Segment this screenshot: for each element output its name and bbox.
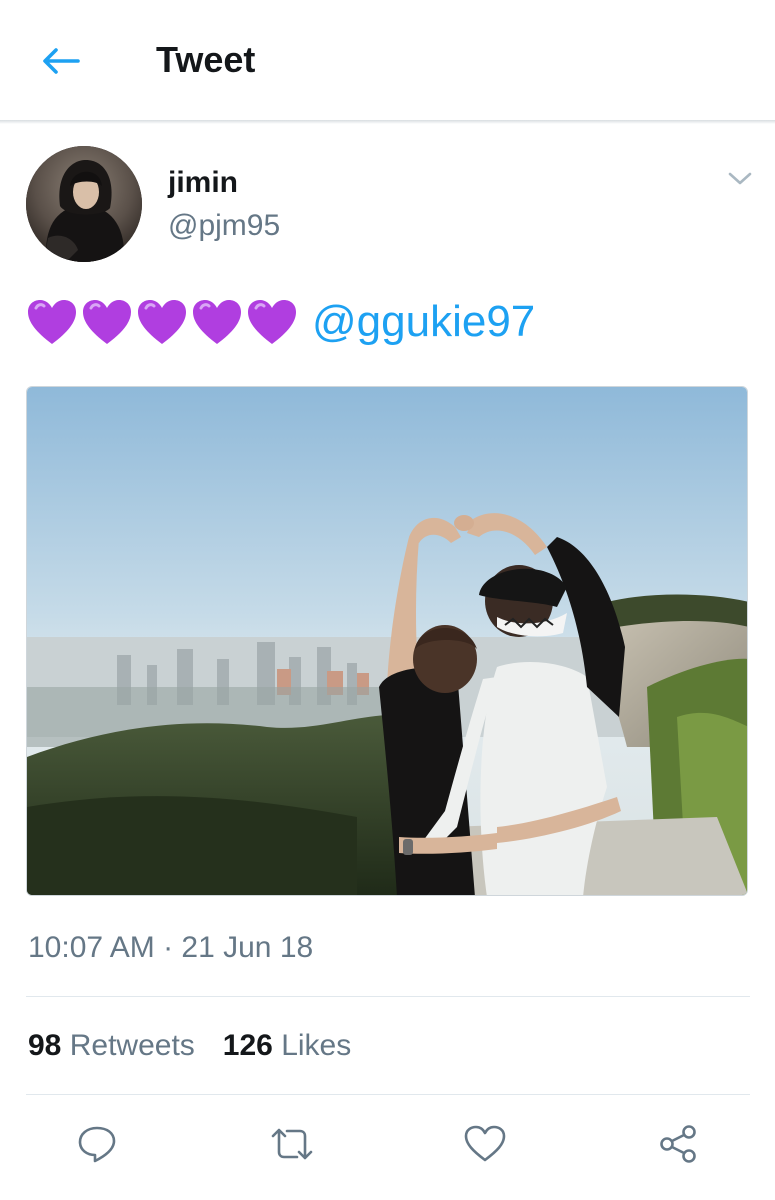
share-icon <box>660 1125 696 1163</box>
photo-illustration <box>27 387 747 895</box>
retweets-label: Retweets <box>69 1029 195 1062</box>
likes-count: 126 <box>222 1029 273 1062</box>
header-divider <box>0 120 775 124</box>
heart-emoji-group <box>26 298 298 346</box>
like-button[interactable] <box>461 1120 509 1168</box>
reply-button[interactable] <box>73 1120 121 1168</box>
mention-link[interactable]: @ggukie97 <box>312 294 535 350</box>
purple-heart-emoji-icon <box>193 300 241 344</box>
page-title: Tweet <box>156 39 256 80</box>
divider <box>26 996 750 997</box>
author-handle[interactable]: @pjm95 <box>168 208 280 244</box>
purple-heart-emoji-icon <box>248 300 296 344</box>
likes-label: Likes <box>281 1029 352 1062</box>
divider <box>26 1094 750 1095</box>
purple-heart-emoji-icon <box>28 300 76 344</box>
avatar[interactable] <box>26 146 142 262</box>
top-bar: Tweet <box>0 0 775 120</box>
back-button[interactable] <box>34 38 86 84</box>
reply-icon <box>78 1126 116 1163</box>
purple-heart-emoji-icon <box>83 300 131 344</box>
tweet-timestamp: 10:07 AM · 21 Jun 18 <box>28 931 314 964</box>
like-icon <box>464 1125 506 1162</box>
tweet-stats: 98 Retweets 126 Likes <box>28 1026 351 1066</box>
tweet-photo[interactable] <box>26 386 748 896</box>
more-options-button[interactable] <box>722 164 758 194</box>
tweet-text: @ggukie97 <box>26 294 535 350</box>
author-name[interactable]: jimin <box>168 165 238 201</box>
retweets-stat[interactable]: 98 Retweets <box>28 1026 195 1066</box>
retweet-icon <box>271 1128 313 1160</box>
retweets-count: 98 <box>28 1029 62 1062</box>
retweet-button[interactable] <box>268 1120 316 1168</box>
avatar-photo <box>26 146 142 262</box>
chevron-down-icon <box>728 172 752 185</box>
purple-heart-emoji-icon <box>138 300 186 344</box>
back-arrow-icon <box>43 48 80 74</box>
share-button[interactable] <box>654 1120 702 1168</box>
likes-stat[interactable]: 126 Likes <box>223 1026 351 1066</box>
